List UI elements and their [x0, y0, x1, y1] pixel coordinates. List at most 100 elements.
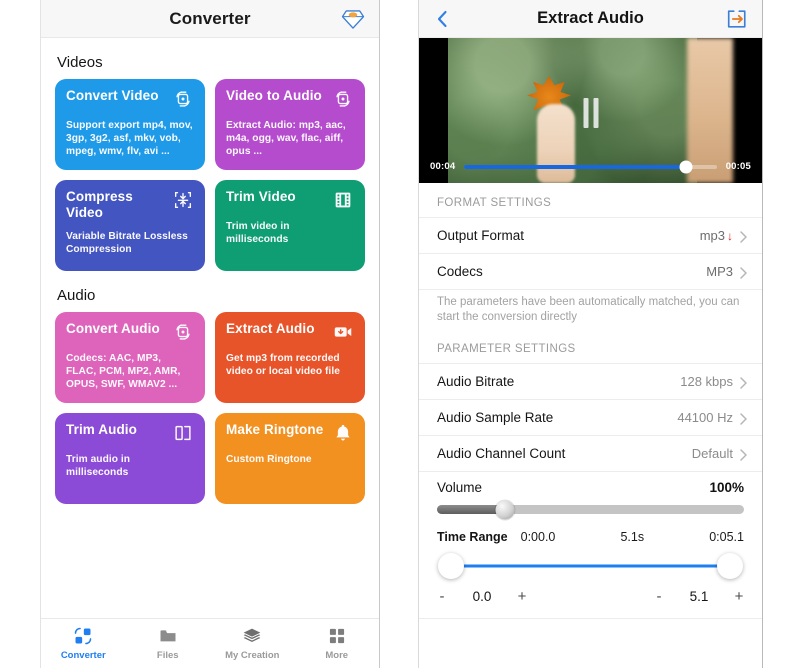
- row-label: Audio Sample Rate: [437, 410, 554, 425]
- time-range-steppers: - 0.0 + - 5.1 +: [419, 582, 762, 610]
- end-increment-button[interactable]: +: [734, 588, 744, 605]
- volume-slider[interactable]: [437, 500, 744, 519]
- time-range-duration: 5.1s: [620, 530, 645, 544]
- volume-slider-handle[interactable]: [495, 500, 515, 519]
- nav-label: Converter: [60, 650, 106, 661]
- nav-item-files[interactable]: Files: [126, 626, 211, 661]
- start-increment-button[interactable]: +: [517, 588, 527, 605]
- compress-icon: [172, 189, 194, 211]
- convert-video-icon: [172, 321, 194, 343]
- card-description: Trim video in milliseconds: [226, 221, 290, 245]
- nav-label: My Creation: [225, 650, 280, 661]
- group-label-format-settings: FORMAT SETTINGS: [419, 183, 762, 217]
- time-range-handle-end[interactable]: [717, 553, 743, 579]
- card-make-ringtone[interactable]: Make Ringtone Custom Ringtone: [215, 413, 365, 504]
- row-audio-bitrate[interactable]: Audio Bitrate 128 kbps: [419, 363, 762, 399]
- video-progress-bar: 00:04 00:05: [419, 160, 762, 173]
- row-output-format[interactable]: Output Format mp3 ↓: [419, 217, 762, 253]
- card-header: Video to Audio: [226, 88, 354, 110]
- chevron-right-icon: [740, 230, 747, 243]
- chevron-right-icon: [740, 448, 747, 461]
- video-preview[interactable]: 00:04 00:05: [419, 38, 762, 183]
- video-scrubber-handle[interactable]: [679, 160, 693, 173]
- video-card-row-2: Compress Video Variable Bitrate Lossless…: [55, 180, 365, 271]
- converter-header: Converter: [41, 0, 379, 38]
- nav-item-my-creation[interactable]: My Creation: [210, 626, 295, 661]
- row-codecs[interactable]: Codecs MP3: [419, 253, 762, 289]
- grid-icon: [327, 626, 347, 646]
- end-decrement-button[interactable]: -: [654, 588, 664, 605]
- card-header: Extract Audio: [226, 321, 354, 343]
- start-decrement-button[interactable]: -: [437, 588, 447, 605]
- row-value: 44100 Hz: [677, 410, 733, 425]
- card-title: Video to Audio: [226, 88, 322, 103]
- section-title-videos: Videos: [57, 54, 103, 71]
- card-description: Trim audio in milliseconds: [66, 454, 131, 478]
- card-convert-audio[interactable]: Convert Audio Codecs: AAC, MP3, FLAC, PC…: [55, 312, 205, 403]
- row-label: Codecs: [437, 264, 483, 279]
- time-range-slider[interactable]: [437, 550, 744, 582]
- gem-pro-icon[interactable]: [341, 9, 365, 30]
- card-title: Convert Video: [66, 88, 159, 103]
- card-header: Convert Video: [66, 88, 194, 110]
- time-range-handle-start[interactable]: [438, 553, 464, 579]
- card-extract-audio[interactable]: Extract Audio Get mp3 from recorded vide…: [215, 312, 365, 403]
- end-stepper: - 5.1 +: [654, 588, 744, 605]
- card-title: Trim Video: [226, 189, 296, 204]
- time-range-end: 0:05.1: [709, 530, 744, 544]
- converter-icon: [73, 626, 93, 646]
- nav-label: More: [325, 650, 349, 661]
- card-trim-video[interactable]: Trim Video Trim video in milliseconds: [215, 180, 365, 271]
- settings-list: FORMAT SETTINGS Output Format mp3 ↓ Code…: [419, 183, 762, 668]
- time-range-start: 0:00.0: [520, 530, 556, 544]
- card-description: Variable Bitrate Lossless Compression: [66, 231, 188, 255]
- video-scrubber[interactable]: [464, 160, 717, 173]
- nav-label: Files: [156, 650, 179, 661]
- row-audio-sample-rate[interactable]: Audio Sample Rate 44100 Hz: [419, 399, 762, 435]
- video-total-time: 00:05: [725, 161, 751, 172]
- download-arrow-icon: ↓: [727, 228, 733, 243]
- row-label: Audio Channel Count: [437, 446, 566, 461]
- row-audio-channel-count[interactable]: Audio Channel Count Default: [419, 435, 762, 471]
- row-value-group: Default: [692, 446, 747, 461]
- nav-item-more[interactable]: More: [295, 626, 380, 661]
- bell-icon: [332, 422, 354, 444]
- card-header: Trim Audio: [66, 422, 194, 444]
- layers-icon: [242, 626, 262, 646]
- back-chevron-icon[interactable]: [435, 9, 449, 29]
- chevron-right-icon: [740, 376, 747, 389]
- export-arrow-icon[interactable]: [725, 8, 748, 30]
- card-video-to-audio[interactable]: Video to Audio Extract Audio: mp3, aac, …: [215, 79, 365, 170]
- bottom-nav-bar: Converter Files My Creation More: [41, 618, 379, 668]
- converter-content: Videos Convert Video Support export mp4,…: [41, 38, 379, 618]
- row-value-group: 128 kbps: [680, 374, 747, 389]
- page-title: Extract Audio: [537, 9, 644, 27]
- card-description: Custom Ringtone: [226, 454, 312, 465]
- volume-slider-wrap: [419, 500, 762, 524]
- card-compress-video[interactable]: Compress Video Variable Bitrate Lossless…: [55, 180, 205, 271]
- pause-icon[interactable]: [583, 98, 598, 129]
- card-title: Make Ringtone: [226, 422, 324, 437]
- card-title: Extract Audio: [226, 321, 315, 336]
- auto-match-hint: The parameters have been automatically m…: [419, 289, 762, 329]
- start-value: 0.0: [472, 588, 492, 604]
- card-title: Trim Audio: [66, 422, 137, 437]
- row-value: Default: [691, 446, 733, 461]
- card-description: Get mp3 from recorded video or local vid…: [226, 353, 340, 377]
- row-value: mp3: [699, 228, 725, 243]
- row-value-group: 44100 Hz: [677, 410, 747, 425]
- card-trim-audio[interactable]: Trim Audio Trim audio in milliseconds: [55, 413, 205, 504]
- card-convert-video[interactable]: Convert Video Support export mp4, mov, 3…: [55, 79, 205, 170]
- card-description: Codecs: AAC, MP3, FLAC, PCM, MP2, AMR, O…: [66, 353, 181, 390]
- video-current-time: 00:04: [430, 161, 456, 172]
- row-value: MP3: [706, 264, 733, 279]
- time-range-header: Time Range 0:00.0 5.1s 0:05.1: [419, 524, 762, 550]
- folder-icon: [158, 626, 178, 646]
- card-description: Support export mp4, mov, 3gp, 3g2, asf, …: [66, 120, 193, 157]
- nav-item-converter[interactable]: Converter: [41, 626, 126, 661]
- volume-label: Volume: [437, 480, 483, 495]
- card-header: Convert Audio: [66, 321, 194, 343]
- convert-video-icon: [332, 88, 354, 110]
- extract-audio-header: Extract Audio: [419, 0, 762, 38]
- group-label-parameter-settings: PARAMETER SETTINGS: [419, 329, 762, 363]
